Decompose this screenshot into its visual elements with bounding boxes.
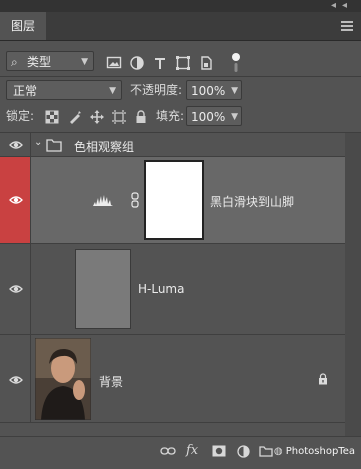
adjustment-filter-icon[interactable] [129,55,145,71]
smart-object-filter-icon[interactable] [198,55,214,71]
visibility-column [0,335,31,422]
panel-tab-bar: 图层 [0,12,361,41]
layer-row-group[interactable]: ⌄ 色相观察组 [0,133,345,157]
folder-icon [46,139,62,152]
layers-list: ⌄ 色相观察组 黑白滑块到山脚 H-Luma 背景 [0,133,361,436]
type-filter-icon[interactable] [152,55,168,71]
blend-mode-dropdown[interactable]: 正常 ▼ [6,80,122,100]
lock-artboard-icon[interactable] [111,109,127,125]
opacity-label: 不透明度: [130,83,183,97]
layer-name: H-Luma [138,282,185,296]
chevron-down-icon: ▼ [81,57,88,67]
fill-label: 填充: [156,109,185,123]
layer-name: 背景 [99,375,124,389]
visibility-column [0,133,31,156]
watermark-text: PhotoshopTea [285,446,355,457]
chevron-down-icon: ▼ [231,86,238,96]
layer-row-adjustment[interactable]: 黑白滑块到山脚 [0,157,345,244]
lock-all-icon[interactable] [133,109,149,125]
wechat-icon: ◍ [273,446,286,457]
layer-mask-thumbnail[interactable] [144,160,204,240]
layers-scrollbar[interactable] [345,133,361,436]
lock-label: 锁定: [6,109,35,123]
opacity-value: 100% [191,84,226,98]
new-fill-adjustment-icon[interactable] [237,445,250,458]
fill-field[interactable]: 100% ▼ [186,106,242,126]
lock-image-pixels-icon[interactable] [67,109,83,125]
panel-title-strip: ◂◂ [0,0,361,12]
collapse-panel-button[interactable]: ◂◂ [331,0,353,11]
chevron-down-icon: ▼ [109,86,116,96]
eye-icon[interactable] [9,373,23,387]
image-filter-icon[interactable] [106,55,122,71]
watermark: ◍ PhotoshopTea [274,446,355,457]
visibility-column [0,244,31,334]
filter-type-value: 类型 [27,55,52,69]
lock-icon [319,373,327,385]
fill-value: 100% [191,110,226,124]
chevron-down-icon: ▼ [231,112,238,122]
add-mask-icon[interactable] [212,445,226,457]
link-layers-icon[interactable] [160,446,176,456]
chevron-down-icon[interactable]: ⌄ [34,137,42,148]
levels-histogram-icon [93,195,113,206]
eye-icon[interactable] [9,138,23,152]
shape-filter-icon[interactable] [175,55,191,71]
filter-row: ⌕ 类型 ▼ [0,49,361,73]
blend-mode-value: 正常 [13,84,38,98]
chain-link-icon[interactable] [131,192,139,208]
divider [0,76,361,77]
layer-name: 色相观察组 [74,140,135,154]
eye-icon[interactable] [9,193,23,207]
new-group-icon[interactable] [259,445,273,457]
fx-icon[interactable]: fx [186,443,198,458]
panel-menu-icon[interactable] [341,21,353,31]
eye-icon[interactable] [9,282,23,296]
blend-row: 正常 ▼ 不透明度: 100% ▼ [0,79,361,103]
layer-name: 黑白滑块到山脚 [210,195,295,209]
lock-position-icon[interactable] [89,109,105,125]
tab-layers[interactable]: 图层 [0,12,46,40]
search-icon: ⌕ [11,55,18,69]
layers-bottom-bar: fx ◍ PhotoshopTea [0,436,361,469]
layer-row-background[interactable]: 背景 [0,335,345,423]
layer-row-pixel[interactable]: H-Luma [0,244,345,335]
filter-type-dropdown[interactable]: ⌕ 类型 ▼ [6,51,94,71]
lock-row: 锁定: 填充: 100% ▼ [0,105,361,129]
lock-transparent-pixels-icon[interactable] [44,109,60,125]
background-photo-thumbnail[interactable] [35,338,91,420]
layer-thumbnail[interactable] [75,249,131,329]
filter-toggle-icon[interactable] [230,52,242,74]
visibility-column [0,157,31,243]
opacity-field[interactable]: 100% ▼ [186,80,242,100]
